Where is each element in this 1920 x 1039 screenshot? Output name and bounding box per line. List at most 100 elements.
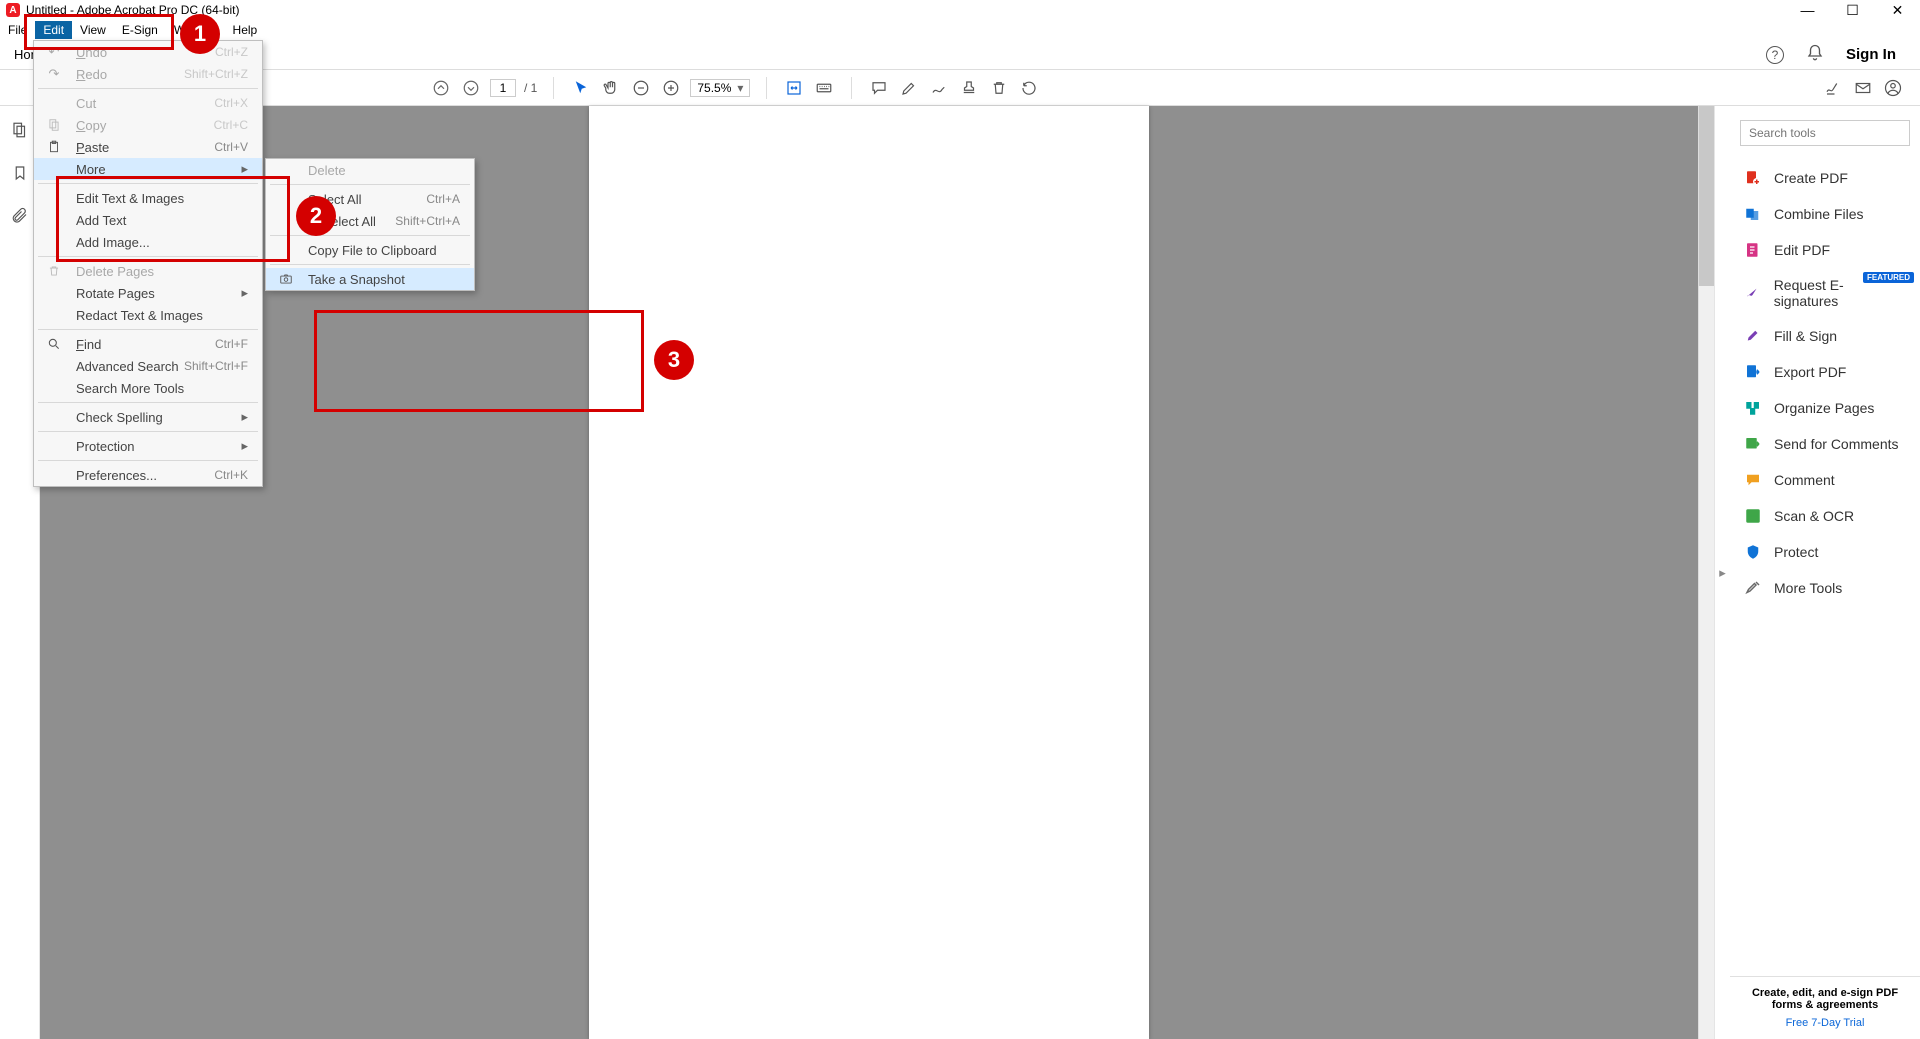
trial-line1: Create, edit, and e-sign PDF: [1752, 987, 1898, 999]
tool-label: Export PDF: [1774, 364, 1846, 380]
tool-fill-sign[interactable]: Fill & Sign: [1730, 318, 1920, 354]
menu-more[interactable]: More ▸: [34, 158, 262, 180]
edit-menu-dropdown: ↶UndoCtrl+Z ↷RedoShift+Ctrl+Z CutCtrl+X …: [33, 40, 263, 487]
zoom-out-icon[interactable]: [630, 77, 652, 99]
menu-esign[interactable]: E-Sign: [114, 21, 166, 39]
menu-edit-text-images[interactable]: Edit Text & Images: [34, 187, 262, 209]
menu-add-text[interactable]: Add Text: [34, 209, 262, 231]
trial-line2: forms & agreements: [1772, 999, 1878, 1011]
menu-edit[interactable]: Edit: [35, 21, 72, 39]
tool-send-comments[interactable]: Send for Comments: [1730, 426, 1920, 462]
draw-icon[interactable]: [928, 77, 950, 99]
page-number-input[interactable]: [490, 79, 516, 97]
tool-request-esignatures[interactable]: Request E-signaturesFEATURED: [1730, 268, 1920, 318]
app-logo-icon: A: [6, 3, 20, 17]
tool-label: Create PDF: [1774, 170, 1848, 186]
menu-paste[interactable]: PasteCtrl+V: [34, 136, 262, 158]
notification-bell-icon[interactable]: [1806, 44, 1824, 65]
comment-icon[interactable]: [868, 77, 890, 99]
fit-width-icon[interactable]: [783, 77, 805, 99]
menu-redo[interactable]: ↷RedoShift+Ctrl+Z: [34, 63, 262, 85]
menu-copy[interactable]: CopyCtrl+C: [34, 114, 262, 136]
menu-preferences[interactable]: Preferences...Ctrl+K: [34, 464, 262, 486]
sign-icon[interactable]: [1822, 77, 1844, 99]
menu-advanced-search[interactable]: Advanced SearchShift+Ctrl+F: [34, 355, 262, 377]
menu-find[interactable]: FindCtrl+F: [34, 333, 262, 355]
menu-undo[interactable]: ↶UndoCtrl+Z: [34, 41, 262, 63]
stamp-icon[interactable]: [958, 77, 980, 99]
tool-export-pdf[interactable]: Export PDF: [1730, 354, 1920, 390]
tool-label: Organize Pages: [1774, 400, 1874, 416]
zoom-in-icon[interactable]: [660, 77, 682, 99]
collapse-right-panel-button[interactable]: ▸: [1714, 106, 1730, 1039]
trash-icon: [46, 263, 62, 279]
chevron-down-icon: ▾: [737, 81, 743, 95]
mi-label: Check Spelling: [76, 410, 163, 425]
select-tool-icon[interactable]: [570, 77, 592, 99]
tool-combine-files[interactable]: Combine Files: [1730, 196, 1920, 232]
tool-label: Send for Comments: [1774, 436, 1899, 452]
tool-label: Combine Files: [1774, 206, 1863, 222]
tool-label: Scan & OCR: [1774, 508, 1854, 524]
submenu-delete[interactable]: Delete: [266, 159, 474, 181]
copy-icon: [46, 117, 62, 133]
submenu-copy-file-clipboard[interactable]: Copy File to Clipboard: [266, 239, 474, 261]
keyboard-icon[interactable]: [813, 77, 835, 99]
page-up-icon[interactable]: [430, 77, 452, 99]
tool-scan-ocr[interactable]: Scan & OCR: [1730, 498, 1920, 534]
tool-comment[interactable]: Comment: [1730, 462, 1920, 498]
tool-label: More Tools: [1774, 580, 1842, 596]
highlight-icon[interactable]: [898, 77, 920, 99]
trial-promo: Create, edit, and e-sign PDF forms & agr…: [1730, 976, 1920, 1039]
tool-organize-pages[interactable]: Organize Pages: [1730, 390, 1920, 426]
tool-edit-pdf[interactable]: Edit PDF: [1730, 232, 1920, 268]
tool-more-tools[interactable]: More Tools: [1730, 570, 1920, 606]
menu-help[interactable]: Help: [225, 21, 266, 39]
menu-view[interactable]: View: [72, 21, 114, 39]
annotation-badge-1: 1: [180, 14, 220, 54]
profile-icon[interactable]: [1882, 77, 1904, 99]
bookmarks-icon[interactable]: [11, 164, 29, 185]
mi-label: Advanced Search: [76, 359, 179, 374]
menu-delete-pages[interactable]: Delete Pages: [34, 260, 262, 282]
share-email-icon[interactable]: [1852, 77, 1874, 99]
menu-redact[interactable]: Redact Text & Images: [34, 304, 262, 326]
sign-in-button[interactable]: Sign In: [1846, 46, 1896, 63]
menu-cut[interactable]: CutCtrl+X: [34, 92, 262, 114]
submenu-take-snapshot[interactable]: Take a Snapshot: [266, 268, 474, 290]
chevron-right-icon: ▸: [241, 161, 248, 177]
undo-icon: ↶: [46, 44, 62, 60]
zoom-dropdown[interactable]: 75.5%▾: [690, 79, 750, 97]
minimize-button[interactable]: —: [1785, 0, 1830, 20]
mi-label: Copy File to Clipboard: [308, 243, 437, 258]
menu-check-spelling[interactable]: Check Spelling▸: [34, 406, 262, 428]
free-trial-link[interactable]: Free 7-Day Trial: [1738, 1017, 1912, 1029]
mi-label: More: [76, 162, 106, 177]
rotate-icon[interactable]: [1018, 77, 1040, 99]
maximize-button[interactable]: ☐: [1830, 0, 1875, 20]
mi-label: Add Image...: [76, 235, 150, 250]
menu-rotate-pages[interactable]: Rotate Pages▸: [34, 282, 262, 304]
thumbnails-icon[interactable]: [11, 121, 29, 142]
tool-create-pdf[interactable]: Create PDF: [1730, 160, 1920, 196]
page-down-icon[interactable]: [460, 77, 482, 99]
tool-protect[interactable]: Protect: [1730, 534, 1920, 570]
menu-file[interactable]: File: [0, 21, 35, 39]
more-submenu: Delete Select AllCtrl+A Deselect AllShif…: [265, 158, 475, 291]
hand-tool-icon[interactable]: [600, 77, 622, 99]
tool-label: Protect: [1774, 544, 1818, 560]
menu-search-more-tools[interactable]: Search More Tools: [34, 377, 262, 399]
camera-icon: [278, 271, 294, 287]
shortcut: Ctrl+A: [426, 192, 460, 206]
vertical-scrollbar[interactable]: [1698, 106, 1714, 1039]
menu-protection[interactable]: Protection▸: [34, 435, 262, 457]
close-button[interactable]: ✕: [1875, 0, 1920, 20]
search-tools-input[interactable]: [1740, 120, 1910, 146]
delete-icon[interactable]: [988, 77, 1010, 99]
shortcut: Ctrl+C: [214, 118, 248, 132]
shortcut: Ctrl+Z: [215, 45, 248, 59]
attachments-icon[interactable]: [11, 207, 29, 228]
menu-add-image[interactable]: Add Image...: [34, 231, 262, 253]
help-icon[interactable]: ?: [1766, 46, 1784, 64]
featured-badge: FEATURED: [1863, 272, 1914, 283]
